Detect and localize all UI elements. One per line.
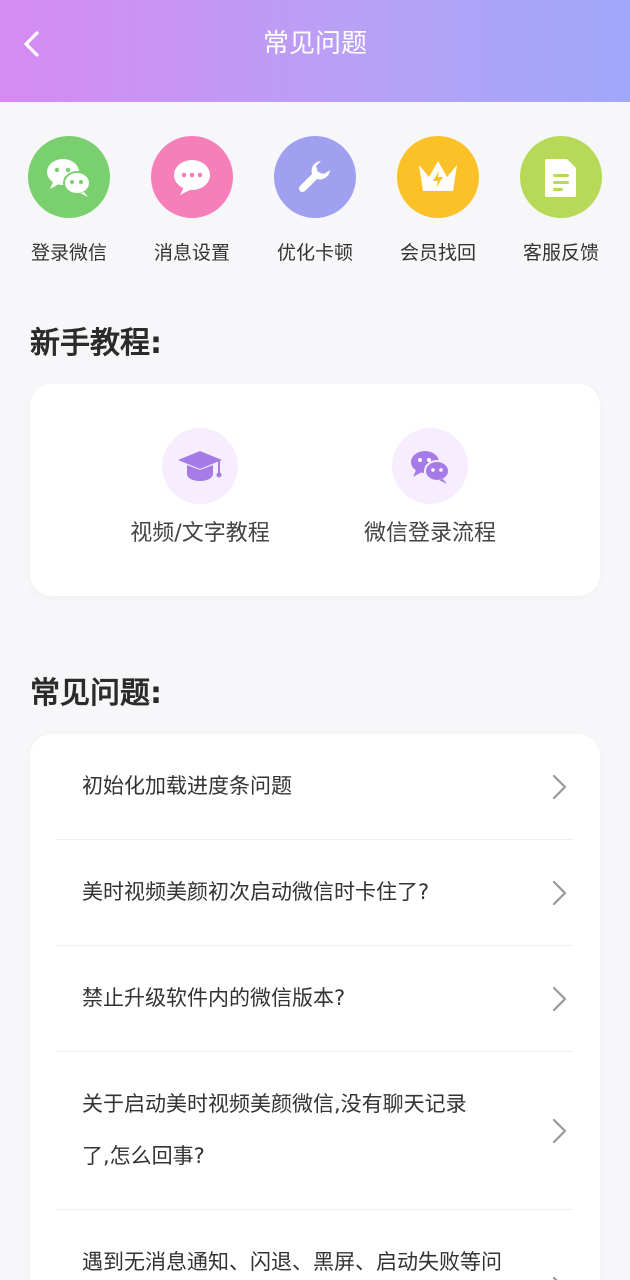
page-title: 常见问题 [262,29,367,59]
faq-question: 初始化加载进度条问题 [82,774,292,798]
quick-action-login-wechat[interactable]: 登录微信 [14,136,124,266]
message-icon [151,136,233,218]
quick-action-label: 会员找回 [399,242,476,264]
document-icon [520,136,602,218]
quick-action-message-settings[interactable]: 消息设置 [137,136,247,266]
crown-icon [397,136,479,218]
faq-question: 遇到无消息通知、闪退、黑屏、启动失败等问 [82,1250,502,1274]
tutorial-label: 视频/文字教程 [130,521,270,546]
chevron-right-icon [552,1276,558,1280]
quick-action-label: 登录微信 [30,242,107,264]
faq-question: 关于启动美时视频美颜微信,没有聊天记录 了,怎么回事? [82,1092,467,1168]
chevron-right-icon [552,1118,567,1144]
top-bar: 常见问题 [0,0,630,102]
tutorial-card: 视频/文字教程 微信登录流程 [30,384,600,596]
wrench-icon [274,136,356,218]
faq-card: 初始化加载进度条问题 美时视频美颜初次启动微信时卡住了? 禁止升级软件内的微信版… [30,734,600,1280]
faq-question: 禁止升级软件内的微信版本? [82,986,346,1010]
faq-item[interactable]: 禁止升级软件内的微信版本? [56,946,574,1052]
faq-item[interactable]: 遇到无消息通知、闪退、黑屏、启动失败等问 [56,1210,574,1280]
faq-item[interactable]: 初始化加载进度条问题 [56,734,574,840]
chevron-right-icon [552,880,567,906]
quick-action-label: 消息设置 [153,242,230,264]
faq-question: 美时视频美颜初次启动微信时卡住了? [82,880,430,904]
faq-section-title: 常见问题: [30,676,162,711]
tutorial-wechat-login[interactable]: 微信登录流程 [320,428,540,550]
quick-action-label: 客服反馈 [522,242,599,264]
tutorial-section-title: 新手教程: [30,326,162,361]
quick-action-label: 优化卡顿 [276,242,353,264]
chevron-right-icon [552,986,567,1012]
faq-item[interactable]: 美时视频美颜初次启动微信时卡住了? [56,840,574,946]
chevron-right-icon [552,774,567,800]
quick-action-membership-recovery[interactable]: 会员找回 [383,136,493,266]
quick-action-optimize[interactable]: 优化卡顿 [260,136,370,266]
wechat-icon [392,428,468,504]
tutorial-video-text[interactable]: 视频/文字教程 [90,428,310,550]
quick-actions: 登录微信 消息设置 优化卡顿 会员找回 客服反馈 [0,136,630,276]
graduation-cap-icon [162,428,238,504]
tutorial-label: 微信登录流程 [363,521,496,546]
faq-item[interactable]: 关于启动美时视频美颜微信,没有聊天记录 了,怎么回事? [56,1052,574,1210]
wechat-icon [28,136,110,218]
quick-action-customer-feedback[interactable]: 客服反馈 [506,136,616,266]
